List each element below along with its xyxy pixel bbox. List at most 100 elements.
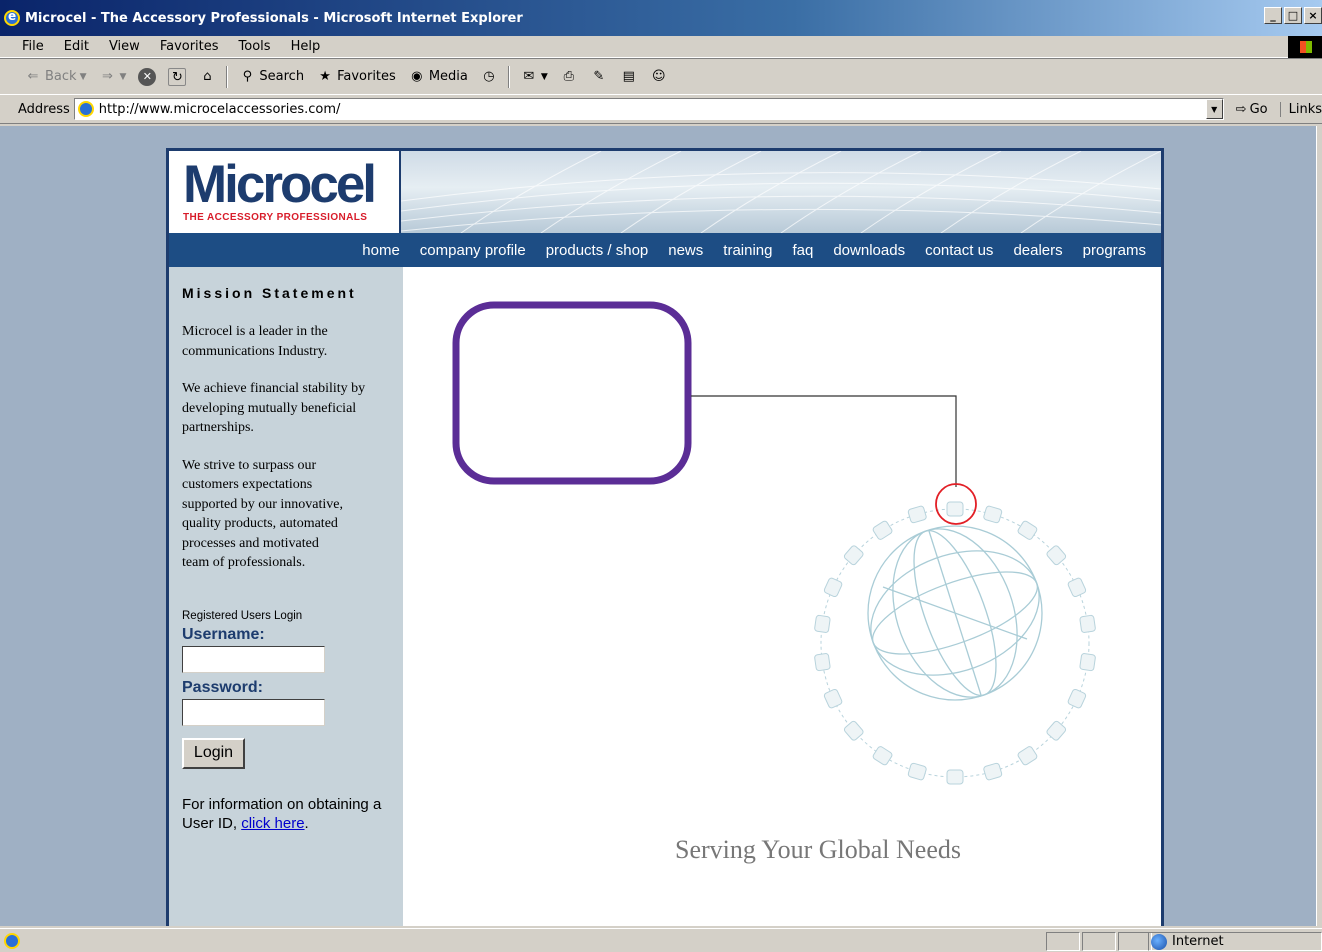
media-button[interactable]: ◉ Media (404, 66, 472, 88)
ring-node (946, 501, 964, 517)
ring-node (946, 769, 964, 785)
node-ring (814, 501, 1096, 785)
connector-line (691, 395, 957, 487)
home-button[interactable]: ⌂ (194, 66, 220, 88)
menu-file[interactable]: File (0, 39, 54, 54)
messenger-icon: ☺ (652, 68, 666, 84)
security-zone: Internet (1148, 932, 1322, 951)
banner-grid-graphic (401, 151, 1161, 233)
login-button[interactable]: Login (182, 737, 245, 769)
ring-node (1079, 614, 1096, 633)
nav-home[interactable]: home (362, 242, 400, 259)
nav-faq[interactable]: faq (792, 242, 813, 259)
ring-node (1067, 688, 1087, 709)
nav-downloads[interactable]: downloads (833, 242, 905, 259)
address-bar: Address http://www.microcelaccessories.c… (0, 95, 1322, 124)
globe-icon (867, 525, 1043, 701)
zone-label: Internet (1172, 934, 1224, 949)
status-bar: Internet (0, 928, 1322, 952)
ring-node (1017, 520, 1038, 540)
discuss-icon: ▤ (622, 68, 635, 84)
back-arrow-icon: ⇐ (27, 68, 39, 84)
status-cells (1046, 932, 1152, 951)
ring-node (814, 653, 831, 672)
ring-node (983, 505, 1003, 524)
internet-zone-icon (1151, 933, 1167, 950)
header-banner (401, 151, 1161, 233)
password-label: Password: (182, 678, 263, 696)
logo-wordmark: Microcel (183, 155, 377, 214)
media-icon: ◉ (411, 68, 423, 84)
menu-favorites[interactable]: Favorites (150, 39, 229, 54)
edit-button[interactable]: ✎ (586, 66, 612, 88)
menu-bar: File Edit View Favorites Tools Help (0, 36, 1322, 58)
click-here-link[interactable]: click here (241, 815, 304, 832)
menu-view[interactable]: View (99, 39, 150, 54)
ring-node (1079, 653, 1096, 672)
go-label: Go (1249, 101, 1268, 117)
history-icon: ◷ (483, 68, 495, 84)
menu-edit[interactable]: Edit (54, 39, 99, 54)
nav-contact-us[interactable]: contact us (925, 242, 993, 259)
home-icon: ⌂ (203, 68, 212, 84)
logo[interactable]: Microcel THE ACCESSORY PROFESSIONALS (169, 151, 401, 233)
user-id-info: For information on obtaining a User ID, … (182, 795, 391, 833)
forward-button[interactable]: ⇒ ▼ (94, 66, 130, 88)
address-url: http://www.microcelaccessories.com/ (98, 101, 341, 117)
back-label: Back (45, 69, 77, 84)
go-button[interactable]: ⇨ Go (1236, 102, 1268, 117)
go-arrow-icon: ⇨ (1235, 101, 1247, 117)
menu-tools[interactable]: Tools (229, 39, 281, 54)
ring-node (1017, 746, 1038, 766)
forward-dropdown-icon: ▼ (119, 71, 127, 82)
site-nav: home company profile products / shop new… (169, 233, 1161, 267)
username-label: Username: (182, 625, 265, 643)
minimize-button[interactable]: _ (1264, 7, 1282, 24)
username-field[interactable] (182, 645, 325, 673)
print-button[interactable]: ⎙ (556, 66, 582, 88)
status-cell (1118, 932, 1152, 951)
mission-paragraph: Microcel is a leader in the communicatio… (182, 324, 328, 359)
nav-news[interactable]: news (668, 242, 703, 259)
nav-products-shop[interactable]: products / shop (546, 242, 649, 259)
nav-company-profile[interactable]: company profile (420, 242, 526, 259)
maximize-button[interactable]: □ (1284, 7, 1302, 24)
nav-dealers[interactable]: dealers (1013, 242, 1062, 259)
refresh-button[interactable]: ↻ (164, 66, 190, 88)
window-title-bar: Microcel - The Accessory Professionals -… (0, 0, 1322, 36)
password-field[interactable] (182, 698, 325, 726)
mission-statement: Microcel is a leader in the communicatio… (182, 322, 391, 573)
login-heading: Registered Users Login (182, 609, 303, 622)
back-dropdown-icon: ▼ (79, 71, 87, 82)
refresh-icon: ↻ (168, 67, 187, 86)
ring-node (872, 746, 893, 766)
links-button[interactable]: Links (1279, 101, 1322, 117)
mail-button[interactable]: ✉ ▼ (516, 66, 552, 88)
menu-help[interactable]: Help (281, 39, 331, 54)
vertical-scrollbar[interactable] (1316, 126, 1322, 926)
stop-button[interactable]: ✕ (134, 66, 160, 88)
ring-node (1046, 545, 1067, 566)
left-sidebar: Mission Statement Microcel is a leader i… (169, 267, 403, 926)
site-header: Microcel THE ACCESSORY PROFESSIONALS (169, 151, 1161, 233)
close-button[interactable]: × (1304, 7, 1322, 24)
forward-arrow-icon: ⇒ (102, 68, 113, 84)
page-icon (77, 101, 94, 117)
address-dropdown-icon[interactable]: ▼ (1205, 99, 1223, 119)
search-button[interactable]: ⚲ Search (234, 66, 308, 88)
ring-node (1067, 577, 1087, 598)
ie-app-icon (4, 9, 20, 26)
nav-training[interactable]: training (723, 242, 772, 259)
history-button[interactable]: ◷ (476, 66, 502, 88)
ring-node (907, 762, 927, 781)
stop-icon: ✕ (138, 67, 157, 86)
messenger-button[interactable]: ☺ (646, 66, 672, 88)
site-body: Mission Statement Microcel is a leader i… (169, 267, 1161, 926)
back-button[interactable]: ⇐ Back ▼ (20, 66, 90, 88)
discuss-button[interactable]: ▤ (616, 66, 642, 88)
nav-programs[interactable]: programs (1083, 242, 1146, 259)
standard-toolbar: ⇐ Back ▼ ⇒ ▼ ✕ ↻ ⌂ ⚲ Search ★ Favorites … (0, 58, 1322, 95)
favorites-button[interactable]: ★ Favorites (312, 66, 400, 88)
mission-paragraph: We strive to surpass our customers expec… (182, 457, 343, 571)
address-input[interactable]: http://www.microcelaccessories.com/ ▼ (73, 98, 1224, 120)
